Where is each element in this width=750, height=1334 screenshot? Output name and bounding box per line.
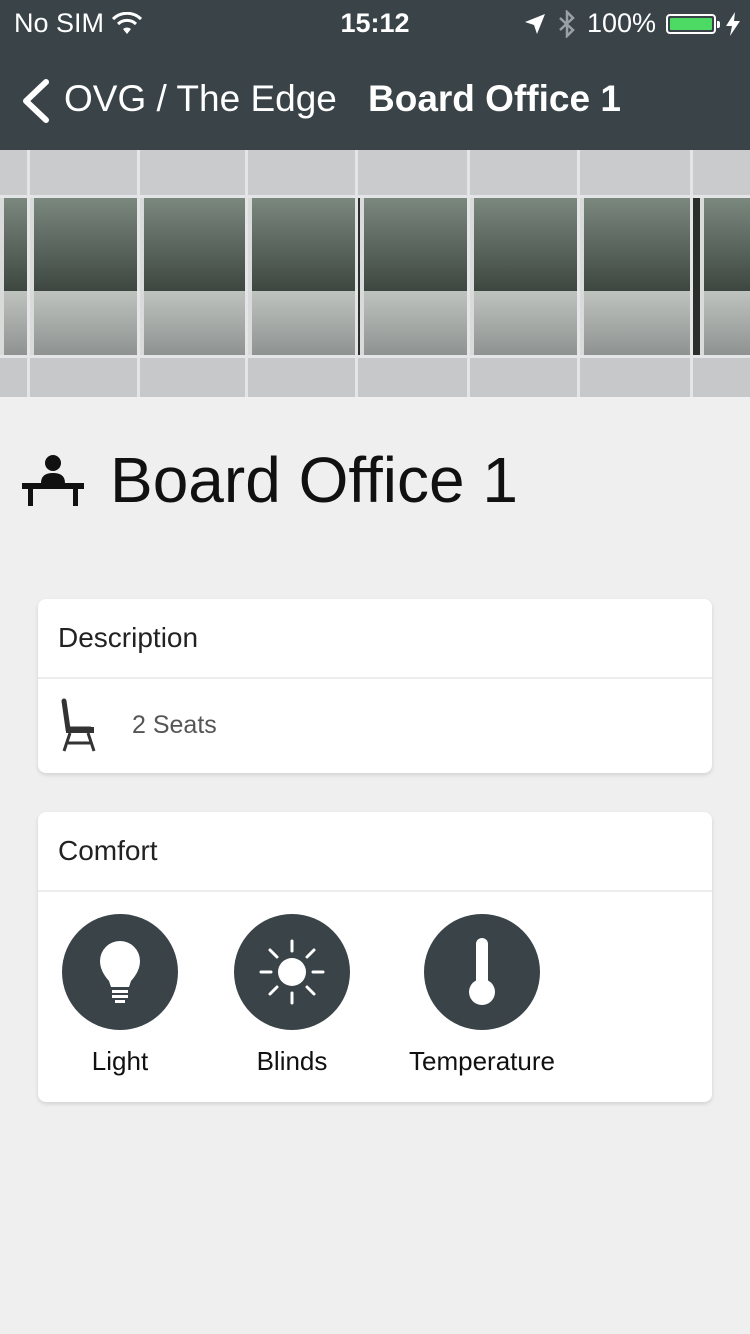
location-arrow-icon (524, 13, 545, 34)
lightbulb-icon (100, 941, 140, 1003)
sun-icon (259, 939, 325, 1005)
thermometer-icon (469, 938, 495, 1005)
navigation-bar: OVG / The Edge Board Office 1 (0, 60, 750, 140)
seats-label: 2 Seats (132, 710, 217, 739)
top-bar: No SIM 15:12 100% OVG / The Edge Board O… (0, 0, 750, 150)
light-label: Light (91, 1046, 149, 1076)
chair-icon (61, 698, 96, 752)
desk-person-icon (22, 454, 84, 506)
back-chevron-icon[interactable] (16, 76, 56, 126)
temperature-label: Temperature (409, 1046, 555, 1076)
breadcrumb[interactable]: OVG / The Edge (64, 78, 337, 120)
blinds-label: Blinds (256, 1046, 328, 1076)
nav-title: Board Office 1 (368, 78, 621, 119)
comfort-header: Comfort (38, 812, 712, 892)
bluetooth-icon (559, 9, 575, 38)
temperature-button[interactable] (424, 914, 540, 1030)
room-photo (0, 150, 750, 397)
blinds-button[interactable] (234, 914, 350, 1030)
seats-row: 2 Seats (38, 679, 712, 771)
comfort-item-light[interactable]: Light (62, 914, 178, 1077)
light-button[interactable] (62, 914, 178, 1030)
description-card: Description 2 Seats (38, 599, 712, 773)
room-heading: Board Office 1 (22, 440, 518, 520)
battery-icon (666, 13, 720, 34)
status-bar: No SIM 15:12 100% (0, 0, 750, 48)
battery-percent: 100% (586, 8, 656, 38)
comfort-item-temperature[interactable]: Temperature (402, 914, 562, 1077)
description-header: Description (38, 599, 712, 679)
comfort-card: Comfort Light Blinds Temperature (38, 812, 712, 1102)
room-title: Board Office 1 (110, 444, 518, 516)
comfort-item-blinds[interactable]: Blinds (234, 914, 350, 1077)
charging-bolt-icon (726, 11, 740, 36)
